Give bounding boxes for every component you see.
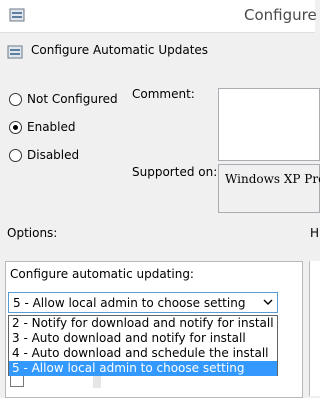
policy-settings-icon [7,44,23,60]
options-label: Options: [7,226,58,240]
supported-on-label: Supported on: [132,165,218,179]
comment-field[interactable] [218,88,320,161]
radio-label: Disabled [27,148,80,162]
checkbox[interactable] [10,376,24,387]
obscured-text [93,374,101,388]
dropdown-list[interactable]: 2 - Notify for download and notify for i… [8,315,278,376]
supported-on-value: Windows XP Prof [225,172,320,186]
policy-title: Configure Automatic Updates [31,43,209,57]
comment-label: Comment: [132,87,195,101]
dropdown-option[interactable]: 4 - Auto download and schedule the insta… [9,346,277,361]
policy-settings-icon [9,7,25,23]
help-label: H [310,226,320,240]
radio-label: Not Configured [27,92,118,106]
radio-label: Enabled [27,120,76,134]
chevron-down-icon[interactable] [263,296,273,306]
help-panel [309,261,320,396]
radio-circle[interactable] [9,93,22,106]
configure-updating-label: Configure automatic updating: [10,267,194,281]
supported-on-field: Windows XP Prof [218,164,320,213]
radio-selected-dot [13,125,18,130]
window-title: Configure A [244,6,320,24]
dropdown-option[interactable]: 2 - Notify for download and notify for i… [9,316,277,331]
configure-updating-select[interactable]: 5 - Allow local admin to choose setting [8,292,278,313]
select-value: 5 - Allow local admin to choose setting [13,296,246,310]
radio-circle[interactable] [9,149,22,162]
radio-circle[interactable] [9,121,22,134]
dropdown-option[interactable]: 3 - Auto download and notify for install [9,331,277,346]
title-bar: Configure A [0,0,320,33]
dropdown-option-selected[interactable]: 5 - Allow local admin to choose setting [9,361,277,376]
